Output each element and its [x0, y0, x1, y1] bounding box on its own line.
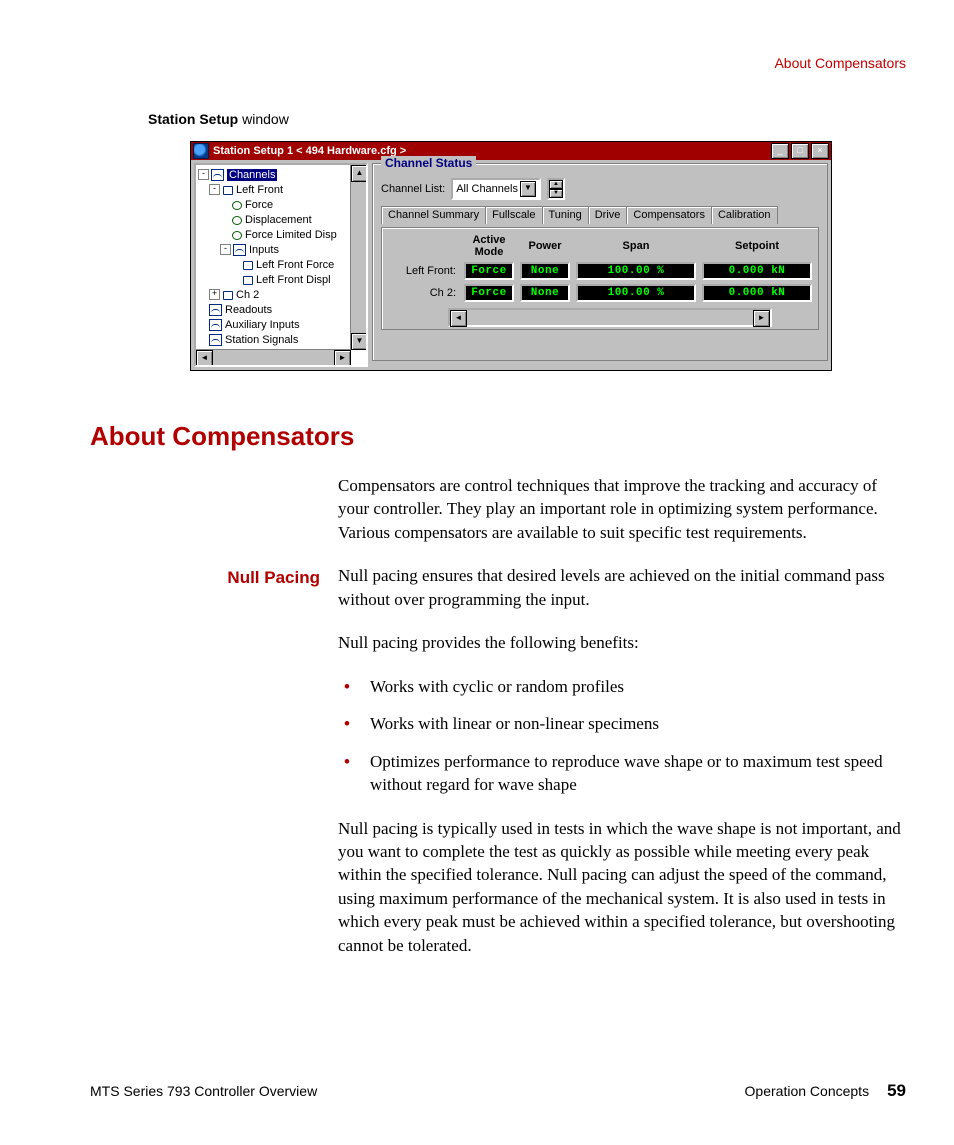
signal-icon: [242, 260, 253, 270]
subsection-null-pacing: Null Pacing: [90, 566, 320, 589]
system-menu-icon[interactable]: [193, 143, 209, 159]
scroll-right-icon[interactable]: ►: [753, 310, 770, 327]
window-title: Station Setup 1 < 494 Hardware.cfg >: [213, 145, 771, 157]
section-heading: About Compensators: [90, 421, 906, 452]
step-up-icon[interactable]: ▲: [549, 180, 563, 189]
row-label: Ch 2:: [388, 287, 458, 299]
tree-item[interactable]: Left Front Displ: [256, 274, 331, 286]
setpoint-display[interactable]: 0.000 kN: [702, 262, 812, 280]
channel-tabs: Channel Summary Fullscale Tuning Drive C…: [381, 206, 819, 224]
expander-icon[interactable]: -: [220, 244, 231, 255]
tree-item[interactable]: Readouts: [225, 304, 272, 316]
channel-status-group: Channel Status Channel List: All Channel…: [372, 163, 828, 361]
col-setpoint: Setpoint: [702, 240, 812, 252]
figure-caption-rest: window: [238, 111, 289, 127]
cycle-icon: [231, 200, 242, 210]
active-mode-display[interactable]: Force: [464, 262, 514, 280]
signal-icon: [242, 275, 253, 285]
footer-left: MTS Series 793 Controller Overview: [90, 1083, 317, 1099]
scroll-left-icon[interactable]: ◄: [196, 350, 213, 367]
minimize-button[interactable]: _: [771, 143, 789, 159]
wave-icon: [209, 304, 222, 316]
wave-icon: [209, 319, 222, 331]
null-pacing-benefits: Works with cyclic or random profiles Wor…: [338, 675, 906, 797]
col-active-mode: Active Mode: [464, 234, 514, 258]
tree-item[interactable]: Station Signals: [225, 334, 298, 346]
tree-item[interactable]: Left Front Force: [256, 259, 334, 271]
wave-icon: [233, 244, 246, 256]
span-display[interactable]: 100.00 %: [576, 284, 696, 302]
scroll-right-icon[interactable]: ►: [334, 350, 351, 367]
channel-list-value: All Channels: [456, 183, 518, 195]
wave-icon: [211, 169, 224, 181]
active-mode-display[interactable]: Force: [464, 284, 514, 302]
figure-caption-bold: Station Setup: [148, 111, 238, 127]
close-button[interactable]: ×: [811, 143, 829, 159]
channel-list-combo[interactable]: All Channels ▼: [451, 178, 541, 200]
tree-item[interactable]: Force: [245, 199, 273, 211]
footer-right: Operation Concepts: [745, 1083, 870, 1099]
cycle-icon: [231, 215, 242, 225]
channel-tree[interactable]: -Channels -Left Front Force Displacement…: [194, 163, 368, 367]
null-pacing-p3: Null pacing is typically used in tests i…: [338, 817, 906, 958]
list-item: Optimizes performance to reproduce wave …: [338, 750, 906, 797]
expander-icon[interactable]: -: [198, 169, 209, 180]
channel-list-stepper[interactable]: ▲ ▼: [547, 178, 565, 200]
chevron-down-icon[interactable]: ▼: [520, 181, 536, 197]
grid-horizontal-scrollbar[interactable]: ◄ ►: [448, 308, 772, 327]
expander-icon[interactable]: +: [209, 289, 220, 300]
tree-vertical-scrollbar[interactable]: ▲ ▼: [350, 165, 366, 350]
tab-channel-summary[interactable]: Channel Summary: [381, 206, 486, 224]
power-display[interactable]: None: [520, 262, 570, 280]
tab-compensators[interactable]: Compensators: [626, 206, 712, 224]
col-span: Span: [576, 240, 696, 252]
row-label: Left Front:: [388, 265, 458, 277]
tree-item[interactable]: Force Limited Disp: [245, 229, 337, 241]
cycle-icon: [231, 230, 242, 240]
window-titlebar[interactable]: Station Setup 1 < 494 Hardware.cfg > _ □…: [191, 142, 831, 160]
setpoint-display[interactable]: 0.000 kN: [702, 284, 812, 302]
col-power: Power: [520, 240, 570, 252]
tree-root-channels[interactable]: Channels: [227, 169, 277, 181]
tree-item[interactable]: Auxiliary Inputs: [225, 319, 300, 331]
wave-icon: [209, 334, 222, 346]
group-label: Channel Status: [381, 156, 476, 170]
intro-paragraph: Compensators are control techniques that…: [338, 474, 906, 544]
power-display[interactable]: None: [520, 284, 570, 302]
page-number: 59: [887, 1081, 906, 1101]
page-footer: MTS Series 793 Controller Overview Opera…: [90, 1081, 906, 1101]
tab-fullscale[interactable]: Fullscale: [485, 206, 542, 224]
tree-item[interactable]: Left Front: [236, 184, 283, 196]
tree-item[interactable]: Ch 2: [236, 289, 259, 301]
list-item: Works with cyclic or random profiles: [338, 675, 906, 698]
figure-caption: Station Setup window: [148, 111, 906, 127]
tree-horizontal-scrollbar[interactable]: ◄ ►: [196, 349, 351, 365]
expander-icon[interactable]: -: [209, 184, 220, 195]
page-header-topic: About Compensators: [90, 55, 906, 71]
channel-list-label: Channel List:: [381, 183, 445, 195]
table-row: Ch 2: Force None 100.00 % 0.000 kN: [388, 284, 812, 302]
list-item: Works with linear or non-linear specimen…: [338, 712, 906, 735]
channel-icon: [222, 185, 233, 195]
span-display[interactable]: 100.00 %: [576, 262, 696, 280]
scroll-left-icon[interactable]: ◄: [450, 310, 467, 327]
tab-calibration[interactable]: Calibration: [711, 206, 778, 224]
channel-icon: [222, 290, 233, 300]
tree-item[interactable]: Inputs: [249, 244, 279, 256]
null-pacing-p2: Null pacing provides the following benef…: [338, 631, 906, 654]
tab-body: Active Mode Power Span Setpoint Left Fro…: [381, 227, 819, 330]
scroll-up-icon[interactable]: ▲: [351, 165, 368, 182]
tree-item[interactable]: Displacement: [245, 214, 312, 226]
step-down-icon[interactable]: ▼: [549, 189, 563, 198]
table-row: Left Front: Force None 100.00 % 0.000 kN: [388, 262, 812, 280]
scroll-down-icon[interactable]: ▼: [351, 333, 368, 350]
station-setup-window: Station Setup 1 < 494 Hardware.cfg > _ □…: [190, 141, 832, 371]
maximize-button[interactable]: □: [791, 143, 809, 159]
tab-tuning[interactable]: Tuning: [542, 206, 589, 224]
null-pacing-p1: Null pacing ensures that desired levels …: [338, 564, 906, 611]
tab-drive[interactable]: Drive: [588, 206, 628, 224]
